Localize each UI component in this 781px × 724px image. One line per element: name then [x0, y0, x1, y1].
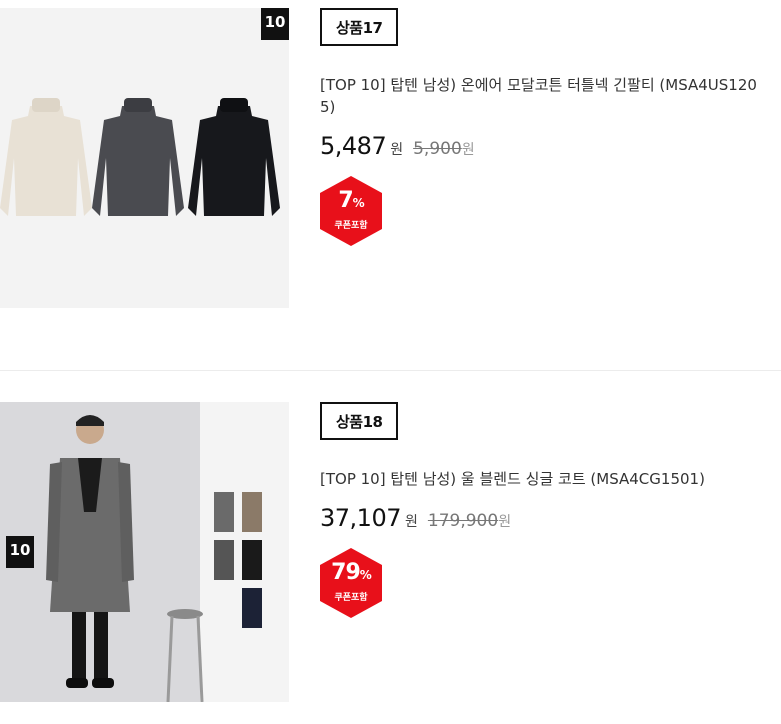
currency-unit: 원	[404, 514, 418, 530]
sale-price: 5,487	[320, 132, 387, 160]
product-card[interactable]: 10 상품17 [TOP 10] 탑텐 남성) 온에어 모달코튼 터틀넥 긴팔티…	[0, 0, 781, 370]
original-price: 179,900	[427, 511, 499, 531]
product-number-badge: 상품18	[320, 402, 399, 440]
brand-logo: 10	[6, 536, 34, 568]
coupon-label: 쿠폰포함	[334, 221, 368, 231]
discount-percent: 79	[331, 560, 361, 585]
original-currency-unit: 원	[461, 142, 475, 158]
discount-badge: 7% 쿠폰포함	[320, 176, 382, 246]
price-row: 5,487 원 5,900 원	[320, 132, 770, 160]
product-number-badge: 상품17	[320, 8, 399, 46]
price-row: 37,107 원 179,900 원	[320, 504, 770, 532]
sale-price: 37,107	[320, 504, 401, 532]
product-image[interactable]: 10	[0, 402, 289, 702]
brand-logo: 10	[261, 8, 289, 40]
product-image[interactable]: 10	[0, 8, 289, 308]
discount-badge: 79% 쿠폰포함	[320, 548, 382, 618]
original-price: 5,900	[413, 139, 462, 159]
coupon-label: 쿠폰포함	[334, 593, 368, 603]
percent-sign: %	[352, 196, 365, 210]
product-card[interactable]: 10 상품18 [TOP 10] 탑텐 남성) 울 블렌드 싱글 코트 (MSA…	[0, 370, 781, 724]
percent-sign: %	[359, 568, 372, 582]
product-title[interactable]: [TOP 10] 탑텐 남성) 온에어 모달코튼 터틀넥 긴팔티 (MSA4US…	[320, 74, 760, 118]
discount-percent: 7	[338, 188, 353, 213]
product-title[interactable]: [TOP 10] 탑텐 남성) 울 블렌드 싱글 코트 (MSA4CG1501)	[320, 468, 760, 490]
currency-unit: 원	[390, 142, 404, 158]
original-currency-unit: 원	[498, 514, 512, 530]
